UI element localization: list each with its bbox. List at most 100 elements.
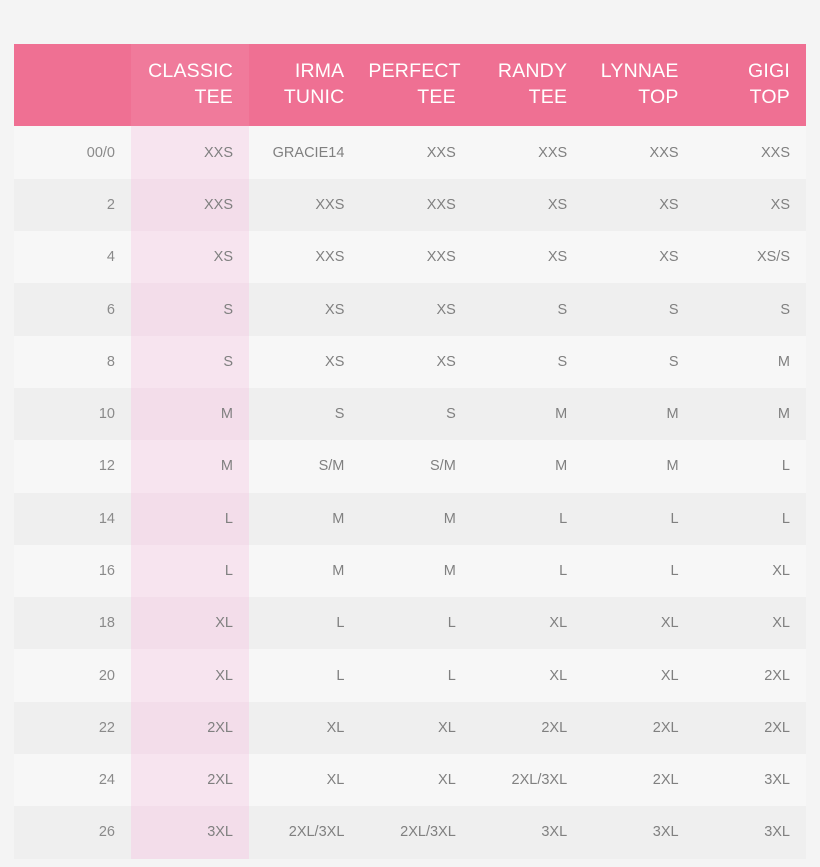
size-cell-lynnae: XS [583,178,695,232]
size-cell-irma: 2XL/3XL [249,806,361,859]
column-header-line: RANDY [497,60,568,82]
size-cell-gigi: XL [694,544,806,598]
size-cell-randy: 2XL/3XL [471,754,584,807]
size-cell-irma: XS [249,283,361,336]
size-cell-randy: S [471,283,584,336]
size-cell-classic: XXS [131,178,249,232]
size-cell-randy: XS [471,178,584,232]
size-cell-irma: XXS [249,178,361,232]
size-label-cell: 18 [14,597,131,650]
size-label-cell: 22 [14,701,131,755]
table-row: 20 XL L L XL XL 2XL [14,649,806,702]
size-cell-perfect: M [360,544,472,598]
size-cell-lynnae: M [583,440,695,493]
size-cell-randy: XS [471,231,584,284]
table-row: 22 2XL XL XL 2XL 2XL 2XL [14,701,806,755]
size-cell-gigi: M [694,387,806,441]
size-cell-lynnae: 2XL [583,754,695,807]
table-row: 2 XXS XXS XXS XS XS XS [14,178,806,232]
size-cell-classic: L [131,544,249,598]
size-cell-lynnae: 2XL [583,701,695,755]
size-cell-gigi: XS [694,178,806,232]
size-label-cell: 4 [14,231,131,284]
size-cell-classic: XXS [131,126,249,179]
size-cell-perfect: S/M [360,440,472,493]
size-cell-gigi: 3XL [694,806,806,859]
column-header-lynnae-top: LYNNAE TOP [583,44,695,127]
size-cell-classic: XL [131,597,249,650]
table-row: 12 M S/M S/M M M L [14,440,806,493]
size-cell-irma: M [249,544,361,598]
column-header-classic-tee: CLASSIC TEE [131,44,249,127]
size-label-cell: 6 [14,283,131,336]
table-row: 10 M S S M M M [14,387,806,441]
column-header-line: TOP [749,85,790,108]
size-cell-gigi: L [694,440,806,493]
column-header-line: TEE [194,85,233,108]
size-cell-perfect: L [360,597,472,650]
size-cell-perfect: XS [360,283,472,336]
size-cell-gigi: S [694,283,806,336]
table-body: 00/0 XXS GRACIE14 XXS XXS XXS XXS 2 XXS XXS XXS XS X… [14,126,806,859]
table-row: 6 S XS XS S S S [14,283,806,336]
column-header-irma-tunic: IRMA TUNIC [249,44,361,127]
size-cell-irma: XS [249,335,361,388]
size-cell-classic: L [131,492,249,545]
column-header-gigi-top: GIGI TOP [694,44,806,127]
column-header-line: PERFECT [368,60,461,82]
size-cell-classic: M [131,440,249,493]
size-cell-randy: S [471,335,584,388]
size-cell-perfect: 2XL/3XL [360,806,472,859]
size-cell-perfect: XXS [360,126,472,179]
size-cell-lynnae: S [583,335,695,388]
size-cell-randy: 2XL [471,701,584,755]
size-cell-randy: L [471,492,584,545]
size-cell-gigi: L [694,492,806,545]
size-cell-irma: M [249,492,361,545]
column-header-line: GIGI [748,60,790,82]
size-cell-randy: XL [471,597,584,650]
size-cell-gigi: 3XL [694,754,806,807]
size-cell-perfect: XXS [360,231,472,284]
size-cell-classic: XL [131,649,249,702]
size-cell-classic: XS [131,231,249,284]
size-cell-irma: L [249,649,361,702]
size-label-cell: 20 [14,649,131,702]
size-cell-randy: 3XL [471,806,584,859]
size-label-cell: 00/0 [14,126,131,179]
size-cell-classic: M [131,387,249,441]
size-label-cell: 8 [14,335,131,388]
size-cell-perfect: XL [360,701,472,755]
size-cell-gigi: M [694,335,806,388]
column-header-line: TOP [638,85,679,108]
size-cell-lynnae: L [583,492,695,545]
size-cell-lynnae: 3XL [583,806,695,859]
size-cell-randy: M [471,440,584,493]
size-cell-perfect: L [360,649,472,702]
size-cell-gigi: XXS [694,126,806,179]
size-cell-lynnae: XXS [583,126,695,179]
table-row: 16 L M M L L XL [14,544,806,598]
size-cell-gigi: XL [694,597,806,650]
column-header-line: IRMA [294,60,345,82]
size-cell-irma: XXS [249,231,361,284]
size-cell-randy: XL [471,649,584,702]
column-header-line: TEE [417,85,456,108]
size-cell-lynnae: XL [583,597,695,650]
size-cell-classic: 2XL [131,754,249,807]
column-header-perfect-tee: PERFECT TEE [360,44,472,127]
size-cell-perfect: S [360,387,472,441]
size-cell-irma: S/M [249,440,361,493]
size-cell-gigi: 2XL [694,649,806,702]
size-cell-irma: GRACIE14 [249,126,361,179]
size-cell-lynnae: L [583,544,695,598]
size-cell-randy: L [471,544,584,598]
size-cell-irma: S [249,387,361,441]
header-row: CLASSIC TEE IRMA TUNIC PERFECT TEE RANDY TEE LYN… [14,44,806,127]
column-header-line: TUNIC [283,85,345,108]
table-row: 00/0 XXS GRACIE14 XXS XXS XXS XXS [14,126,806,179]
table-row: 24 2XL XL XL 2XL/3XL 2XL 3XL [14,754,806,807]
size-cell-perfect: M [360,492,472,545]
column-header-line: TEE [528,85,568,108]
size-cell-perfect: XS [360,335,472,388]
